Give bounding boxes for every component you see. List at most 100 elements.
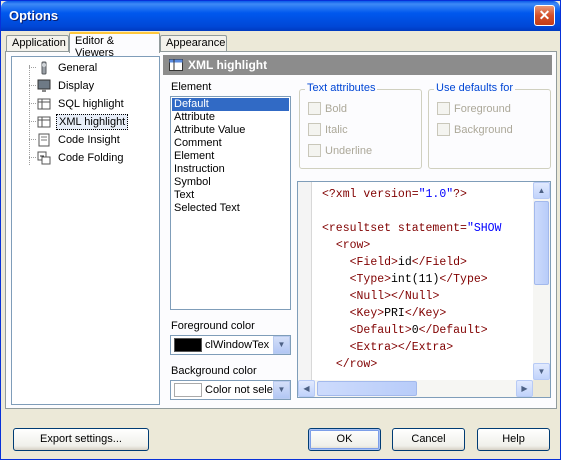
tree-item-label: Code Insight	[58, 134, 120, 146]
window-title: Options	[9, 8, 59, 23]
scroll-right-icon[interactable]: ▶	[516, 380, 533, 397]
foreground-default-checkbox[interactable]: Foreground	[437, 102, 511, 115]
tree-item-label: Code Folding	[58, 152, 124, 164]
monitor-icon	[36, 78, 52, 94]
folding-icon	[36, 150, 52, 166]
chevron-down-icon[interactable]: ▼	[273, 336, 290, 354]
tab-label: Appearance	[166, 37, 226, 49]
section-header: XML highlight	[163, 55, 552, 75]
element-label: Element	[171, 81, 212, 93]
close-icon: ✕	[538, 7, 551, 23]
code-line: <Null></Null>	[349, 290, 440, 303]
section-title: XML highlight	[188, 58, 268, 72]
code-line: </row>	[335, 358, 378, 371]
tree-item-display[interactable]: Display	[36, 77, 96, 95]
list-item[interactable]: Default	[172, 98, 289, 111]
checkbox-label: Italic	[325, 123, 348, 136]
checkbox-label: Foreground	[454, 102, 511, 115]
underline-checkbox[interactable]: Underline	[308, 144, 372, 157]
foreground-color-label: Foreground color	[171, 320, 255, 332]
list-item[interactable]: Attribute Value	[172, 124, 289, 137]
use-defaults-group: Use defaults for Foreground Background	[428, 82, 551, 169]
list-item[interactable]: Text	[172, 189, 289, 202]
tree-item-label: XML highlight	[56, 114, 129, 130]
checkbox-label: Background	[454, 123, 513, 136]
color-swatch	[174, 338, 202, 352]
background-color-label: Background color	[171, 365, 257, 377]
scroll-corner	[533, 380, 550, 397]
tree-connector	[29, 157, 36, 158]
xml-preview-editor[interactable]: <?xml version="1.0"?> <resultset stateme…	[297, 181, 551, 398]
options-tree[interactable]: General Display SQL highlight XML highli…	[11, 56, 160, 405]
vertical-scrollbar[interactable]: ▲ ▼	[533, 182, 550, 380]
document-icon	[36, 132, 52, 148]
options-dialog: Options ✕ Application Editor & Viewers A…	[0, 0, 561, 460]
tree-connector	[29, 67, 36, 68]
tree-item-xml-highlight[interactable]: XML highlight	[36, 113, 129, 131]
background-default-checkbox[interactable]: Background	[437, 123, 513, 136]
tab-label: Application	[12, 37, 66, 49]
tree-item-label: SQL highlight	[58, 98, 124, 110]
grid-icon	[169, 59, 183, 71]
editor-gutter	[298, 182, 312, 380]
color-swatch	[174, 383, 202, 397]
scroll-thumb[interactable]	[317, 381, 417, 396]
foreground-color-select[interactable]: clWindowTex ▼	[170, 335, 291, 355]
scroll-thumb[interactable]	[534, 201, 549, 285]
code-line: <Type>int(11)</Type>	[349, 273, 488, 286]
group-title: Text attributes	[305, 82, 378, 94]
tree-item-label: Display	[58, 80, 95, 92]
export-settings-button[interactable]: Export settings...	[13, 428, 149, 451]
code-line: <Extra></Extra>	[349, 341, 454, 354]
list-item[interactable]: Selected Text	[172, 202, 289, 215]
tree-item-general[interactable]: General	[36, 59, 99, 77]
scroll-down-icon[interactable]: ▼	[533, 363, 550, 380]
bold-checkbox[interactable]: Bold	[308, 102, 347, 115]
tab-label: Editor & Viewers	[75, 35, 115, 59]
tree-connector	[29, 85, 36, 86]
list-item[interactable]: Symbol	[172, 176, 289, 189]
text-attributes-group: Text attributes Bold Italic Underline	[299, 82, 422, 169]
tab-appearance[interactable]: Appearance	[160, 35, 227, 52]
tree-connector	[29, 121, 36, 122]
code-line: <Field>id</Field>	[349, 256, 467, 269]
close-button[interactable]: ✕	[534, 5, 555, 26]
cancel-button[interactable]: Cancel	[392, 428, 465, 451]
code-line: <Default>0</Default>	[349, 324, 488, 337]
code-line: <resultset statement="SHOW	[322, 222, 502, 235]
help-button[interactable]: Help	[477, 428, 550, 451]
tree-item-code-insight[interactable]: Code Insight	[36, 131, 122, 149]
tree-item-code-folding[interactable]: Code Folding	[36, 149, 125, 167]
checkbox-label: Bold	[325, 102, 348, 115]
italic-checkbox[interactable]: Italic	[308, 123, 348, 136]
ok-button[interactable]: OK	[308, 428, 381, 451]
foreground-color-value: clWindowTex	[205, 339, 270, 351]
element-listbox[interactable]: Default Attribute Attribute Value Commen…	[170, 96, 291, 310]
checkbox-label: Underline	[325, 144, 373, 157]
list-item[interactable]: Attribute	[172, 111, 289, 124]
tree-connector	[29, 65, 30, 165]
list-item[interactable]: Instruction	[172, 163, 289, 176]
wrench-icon	[36, 60, 52, 76]
scroll-left-icon[interactable]: ◀	[298, 380, 315, 397]
chevron-down-icon[interactable]: ▼	[273, 381, 290, 399]
title-bar[interactable]: Options ✕	[1, 1, 560, 31]
list-item[interactable]: Comment	[172, 137, 289, 150]
tree-item-sql-highlight[interactable]: SQL highlight	[36, 95, 126, 113]
group-title: Use defaults for	[434, 82, 516, 94]
code-line: <Key>PRI</Key>	[349, 307, 447, 320]
tab-editor-viewers[interactable]: Editor & Viewers	[69, 32, 160, 59]
list-item[interactable]: Element	[172, 150, 289, 163]
horizontal-scrollbar[interactable]: ◀ ▶	[298, 380, 533, 397]
tree-item-label: General	[58, 62, 98, 74]
background-color-select[interactable]: Color not sele ▼	[170, 380, 291, 400]
grid-icon	[36, 96, 52, 112]
code-line: <?xml version="1.0"?>	[322, 188, 467, 201]
background-color-value: Color not sele	[205, 384, 273, 396]
grid-icon	[36, 114, 52, 130]
scroll-up-icon[interactable]: ▲	[533, 182, 550, 199]
code-line: <row>	[335, 239, 371, 252]
tree-connector	[29, 139, 36, 140]
tab-application[interactable]: Application	[6, 35, 69, 52]
